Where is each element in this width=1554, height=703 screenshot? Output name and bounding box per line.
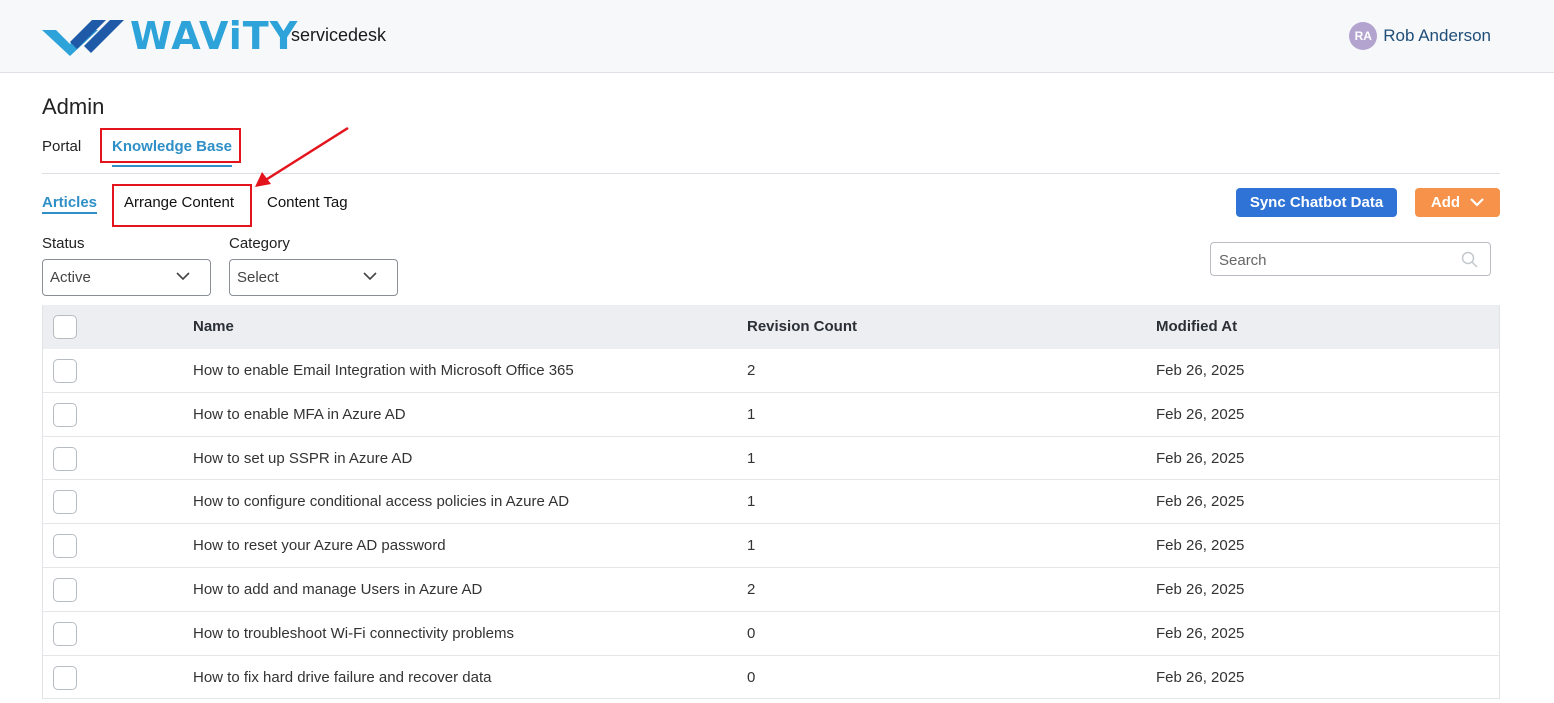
chevron-down-icon — [363, 272, 377, 281]
revision-count: 2 — [747, 580, 756, 598]
row-checkbox[interactable] — [53, 534, 77, 559]
table-row[interactable]: How to enable MFA in Azure AD 1 Feb 26, … — [43, 392, 1499, 437]
column-header-revision-count[interactable]: Revision Count — [747, 318, 857, 335]
modified-at: Feb 26, 2025 — [1156, 580, 1245, 598]
subtab-articles[interactable]: Articles — [42, 194, 98, 214]
top-bar: WAViTY servicedesk RA Rob Anderson — [0, 0, 1554, 73]
select-all-checkbox[interactable] — [53, 315, 77, 339]
status-filter-label: Status — [42, 235, 85, 252]
revision-count: 1 — [747, 537, 756, 555]
status-select-value: Active — [50, 269, 91, 286]
row-checkbox[interactable] — [53, 359, 77, 383]
column-header-name[interactable]: Name — [193, 318, 234, 335]
article-name[interactable]: How to fix hard drive failure and recove… — [193, 669, 491, 686]
table-row[interactable]: How to fix hard drive failure and recove… — [43, 655, 1499, 700]
table-row[interactable]: How to enable Email Integration with Mic… — [43, 349, 1499, 393]
article-name[interactable]: How to troubleshoot Wi-Fi connectivity p… — [193, 625, 514, 642]
page-title: Admin — [42, 94, 105, 119]
logo-checkmark-icon — [42, 20, 124, 56]
modified-at: Feb 26, 2025 — [1156, 493, 1245, 511]
user-menu[interactable]: RA Rob Anderson — [1349, 22, 1491, 50]
row-checkbox[interactable] — [53, 621, 77, 646]
add-button-label: Add — [1430, 194, 1461, 211]
article-name[interactable]: How to set up SSPR in Azure AD — [193, 450, 412, 467]
revision-count: 0 — [747, 668, 756, 686]
revision-count: 0 — [747, 624, 756, 642]
table-row[interactable]: How to configure conditional access poli… — [43, 480, 1499, 525]
wavity-logo[interactable]: WAViTY — [40, 14, 298, 58]
admin-tabs: Portal Knowledge Base — [42, 128, 1500, 174]
highlight-box-knowledge-base — [100, 128, 241, 163]
table-row[interactable]: How to reset your Azure AD password 1 Fe… — [43, 524, 1499, 568]
category-filter-label: Category — [229, 235, 290, 252]
column-header-modified-at[interactable]: Modified At — [1156, 318, 1237, 335]
modified-at: Feb 26, 2025 — [1156, 668, 1245, 686]
highlight-box-arrange-content — [112, 184, 252, 227]
articles-table: Name Revision Count Modified At How to e… — [42, 305, 1500, 700]
table-row[interactable]: How to add and manage Users in Azure AD … — [43, 567, 1499, 612]
category-select-value: Select — [237, 269, 279, 286]
modified-at: Feb 26, 2025 — [1156, 449, 1245, 467]
sync-chatbot-data-button[interactable]: Sync Chatbot Data — [1236, 188, 1397, 217]
row-checkbox[interactable] — [53, 577, 77, 602]
chevron-down-icon — [176, 272, 190, 281]
table-row[interactable]: How to set up SSPR in Azure AD 1 Feb 26,… — [43, 436, 1499, 481]
modified-at: Feb 26, 2025 — [1156, 362, 1245, 379]
revision-count: 1 — [747, 449, 756, 467]
article-name[interactable]: How to configure conditional access poli… — [193, 493, 569, 510]
app-name: servicedesk — [291, 25, 387, 45]
subtab-content-tag[interactable]: Content Tag — [267, 194, 348, 211]
user-name: Rob Anderson — [1383, 26, 1491, 45]
sync-button-label: Sync Chatbot Data — [1249, 194, 1384, 211]
avatar: RA — [1349, 22, 1378, 50]
article-name[interactable]: How to enable Email Integration with Mic… — [193, 362, 574, 379]
article-name[interactable]: How to reset your Azure AD password — [193, 537, 446, 554]
row-checkbox[interactable] — [53, 446, 77, 471]
logo-wordmark: WAViTY — [130, 14, 299, 58]
chevron-down-icon — [1470, 198, 1484, 207]
article-name[interactable]: How to add and manage Users in Azure AD — [193, 581, 482, 598]
revision-count: 2 — [747, 362, 756, 379]
row-checkbox[interactable] — [53, 665, 77, 690]
modified-at: Feb 26, 2025 — [1156, 405, 1245, 423]
search-input[interactable] — [1219, 249, 1459, 271]
revision-count: 1 — [747, 405, 756, 423]
table-header: Name Revision Count Modified At — [43, 305, 1499, 349]
row-checkbox[interactable] — [53, 402, 77, 427]
add-button[interactable]: Add — [1415, 188, 1500, 217]
tab-portal[interactable]: Portal — [42, 138, 81, 155]
article-name[interactable]: How to enable MFA in Azure AD — [193, 406, 406, 423]
category-select[interactable]: Select — [229, 259, 398, 296]
table-row[interactable]: How to troubleshoot Wi-Fi connectivity p… — [43, 611, 1499, 656]
revision-count: 1 — [747, 493, 756, 511]
search-icon[interactable] — [1461, 251, 1478, 268]
search-box — [1210, 242, 1491, 276]
modified-at: Feb 26, 2025 — [1156, 624, 1245, 642]
status-select[interactable]: Active — [42, 259, 211, 296]
row-checkbox[interactable] — [53, 490, 77, 515]
modified-at: Feb 26, 2025 — [1156, 537, 1245, 555]
